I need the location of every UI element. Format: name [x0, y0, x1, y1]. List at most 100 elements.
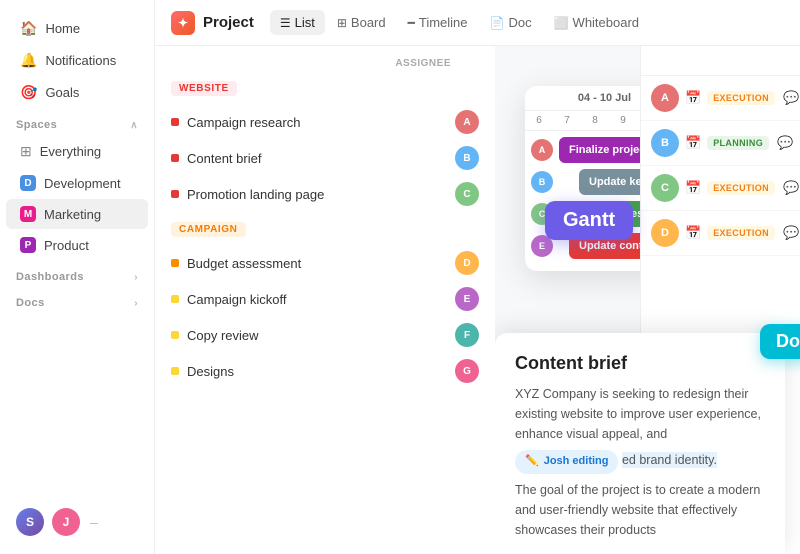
- campaign-label: CAMPAIGN: [171, 222, 246, 237]
- product-dot: P: [20, 237, 36, 253]
- sidebar-item-label: Development: [44, 176, 121, 191]
- topbar: ✦ Project ☰ List ⊞ Board ━ Timeline 📄 Do…: [155, 0, 800, 46]
- nav-timeline[interactable]: ━ Timeline: [398, 10, 478, 35]
- grid-icon: ⊞: [20, 143, 32, 160]
- status-badge: EXECUTION: [707, 226, 775, 240]
- task-bullet: [171, 118, 179, 126]
- user-avatar-2[interactable]: J: [52, 508, 80, 536]
- doc-title: Content brief: [515, 353, 765, 374]
- sidebar-item-label: Goals: [45, 85, 79, 100]
- avatar: A: [455, 110, 479, 134]
- content-area: ASSIGNEE WEBSITE Campaign research A Con…: [155, 46, 800, 554]
- task-bullet: [171, 295, 179, 303]
- doc-body: XYZ Company is seeking to redesign their…: [515, 384, 765, 540]
- calendar-icon: 📅: [685, 225, 701, 241]
- avatar: B: [455, 146, 479, 170]
- pencil-icon: ✏️: [525, 453, 539, 471]
- avatar: E: [455, 287, 479, 311]
- status-row: A 📅 EXECUTION 💬: [641, 76, 800, 121]
- table-row[interactable]: Budget assessment D: [155, 245, 495, 281]
- gantt-area: 04 - 10 Jul 11 - 17 Jul 6 7 8 9 10 11 12…: [495, 46, 800, 554]
- table-row[interactable]: Copy review F: [155, 317, 495, 353]
- timeline-icon: ━: [408, 16, 415, 30]
- nav-board[interactable]: ⊞ Board: [327, 10, 396, 35]
- dashboards-section: Dashboards ›: [0, 261, 154, 287]
- user-avatar-bar: S J –: [12, 500, 143, 544]
- status-badge: EXECUTION: [707, 181, 775, 195]
- chevron-icon: ∧: [130, 120, 138, 131]
- task-list: ASSIGNEE WEBSITE Campaign research A Con…: [155, 46, 495, 554]
- chevron-right-icon: ›: [134, 298, 138, 309]
- sidebar-item-label: Marketing: [44, 207, 101, 222]
- editing-badge: ✏️ Josh editing: [515, 450, 618, 474]
- task-bullet: [171, 367, 179, 375]
- task-bullet: [171, 154, 179, 162]
- more-icon: –: [90, 514, 98, 530]
- sidebar-bottom: S J –: [0, 500, 155, 544]
- avatar: C: [455, 182, 479, 206]
- task-bullet: [171, 331, 179, 339]
- dev-dot: D: [20, 175, 36, 191]
- gantt-avatar: B: [531, 171, 553, 193]
- docs-badge: Docs: [760, 324, 800, 359]
- sidebar-item-label: Everything: [40, 144, 101, 159]
- sidebar-item-home[interactable]: 🏠 Home: [6, 13, 148, 44]
- nav-whiteboard[interactable]: ⬜ Whiteboard: [544, 10, 649, 35]
- status-avatar: B: [651, 129, 679, 157]
- sidebar-item-product[interactable]: P Product: [6, 230, 148, 260]
- sidebar-item-marketing[interactable]: M Marketing: [6, 199, 148, 229]
- doc-icon: 📄: [490, 16, 505, 30]
- avatar: D: [455, 251, 479, 275]
- status-row: C 📅 EXECUTION 💬: [641, 166, 800, 211]
- marketing-dot: M: [20, 206, 36, 222]
- table-row[interactable]: Campaign research A: [155, 104, 495, 140]
- docs-preview: Content brief XYZ Company is seeking to …: [495, 333, 785, 554]
- home-icon: 🏠: [20, 20, 37, 37]
- task-name: Budget assessment: [187, 256, 447, 271]
- chat-icon: 💬: [783, 180, 799, 196]
- calendar-icon: 📅: [685, 135, 701, 151]
- task-name: Content brief: [187, 151, 447, 166]
- sidebar-item-everything[interactable]: ⊞ Everything: [6, 136, 148, 167]
- status-row: D 📅 EXECUTION 💬: [641, 211, 800, 256]
- chat-icon: 💬: [777, 135, 793, 151]
- status-row: B 📅 PLANNING 💬: [641, 121, 800, 166]
- chat-icon: 💬: [783, 225, 799, 241]
- table-row[interactable]: Content brief B: [155, 140, 495, 176]
- task-bullet: [171, 190, 179, 198]
- sidebar-item-goals[interactable]: 🎯 Goals: [6, 77, 148, 108]
- chevron-right-icon: ›: [134, 272, 138, 283]
- gantt-avatar: A: [531, 139, 553, 161]
- sidebar-item-notifications[interactable]: 🔔 Notifications: [6, 45, 148, 76]
- gantt-badge: Gantt: [545, 201, 633, 240]
- table-row[interactable]: Promotion landing page C: [155, 176, 495, 212]
- sidebar-item-label: Product: [44, 238, 89, 253]
- sidebar-item-development[interactable]: D Development: [6, 168, 148, 198]
- status-badge: PLANNING: [707, 136, 769, 150]
- status-avatar: D: [651, 219, 679, 247]
- task-name: Campaign research: [187, 115, 447, 130]
- status-avatar: C: [651, 174, 679, 202]
- nav-list[interactable]: ☰ List: [270, 10, 325, 35]
- nav-doc[interactable]: 📄 Doc: [480, 10, 542, 35]
- project-logo: ✦: [171, 11, 195, 35]
- docs-section: Docs ›: [0, 287, 154, 313]
- avatar: F: [455, 323, 479, 347]
- chat-icon: 💬: [783, 90, 799, 106]
- table-row[interactable]: Designs G: [155, 353, 495, 389]
- status-avatar: A: [651, 84, 679, 112]
- goals-icon: 🎯: [20, 84, 37, 101]
- user-avatar-s[interactable]: S: [16, 508, 44, 536]
- project-title: Project: [203, 14, 254, 31]
- sidebar-item-label: Notifications: [45, 53, 116, 68]
- assignee-header: ASSIGNEE: [395, 58, 471, 73]
- task-name: Promotion landing page: [187, 187, 447, 202]
- bell-icon: 🔔: [20, 52, 37, 69]
- list-icon: ☰: [280, 16, 291, 30]
- main-area: ✦ Project ☰ List ⊞ Board ━ Timeline 📄 Do…: [155, 0, 800, 554]
- sidebar: 🏠 Home 🔔 Notifications 🎯 Goals Spaces ∧ …: [0, 0, 155, 554]
- avatar: G: [455, 359, 479, 383]
- whiteboard-icon: ⬜: [554, 16, 569, 30]
- table-row[interactable]: Campaign kickoff E: [155, 281, 495, 317]
- spaces-section: Spaces ∧: [0, 109, 154, 135]
